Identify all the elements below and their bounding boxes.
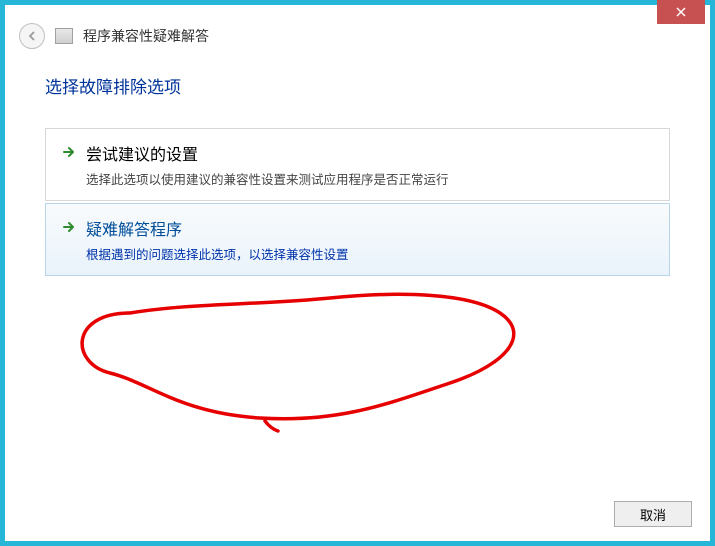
annotation-circle (50, 273, 550, 433)
option-title: 疑难解答程序 (86, 216, 653, 240)
option-desc: 选择此选项以使用建议的兼容性设置来测试应用程序是否正常运行 (86, 169, 653, 188)
content-area: 选择故障排除选项 尝试建议的设置 选择此选项以使用建议的兼容性设置来测试应用程序… (5, 63, 710, 491)
arrow-left-icon (25, 29, 39, 43)
arrow-right-icon (62, 145, 76, 159)
section-title: 选择故障排除选项 (45, 73, 670, 98)
footer: 取消 (5, 491, 710, 541)
cancel-button[interactable]: 取消 (614, 501, 692, 527)
option-try-recommended[interactable]: 尝试建议的设置 选择此选项以使用建议的兼容性设置来测试应用程序是否正常运行 (45, 128, 670, 201)
option-troubleshoot-program[interactable]: 疑难解答程序 根据遇到的问题选择此选项，以选择兼容性设置 (45, 203, 670, 276)
close-button[interactable] (657, 0, 705, 24)
close-icon (676, 7, 686, 17)
option-title: 尝试建议的设置 (86, 141, 653, 165)
option-desc: 根据遇到的问题选择此选项，以选择兼容性设置 (86, 244, 653, 263)
arrow-right-icon (62, 220, 76, 234)
window-title: 程序兼容性疑难解答 (83, 26, 209, 46)
wizard-icon (55, 28, 73, 44)
back-button[interactable] (19, 23, 45, 49)
header: 程序兼容性疑难解答 (5, 5, 710, 63)
